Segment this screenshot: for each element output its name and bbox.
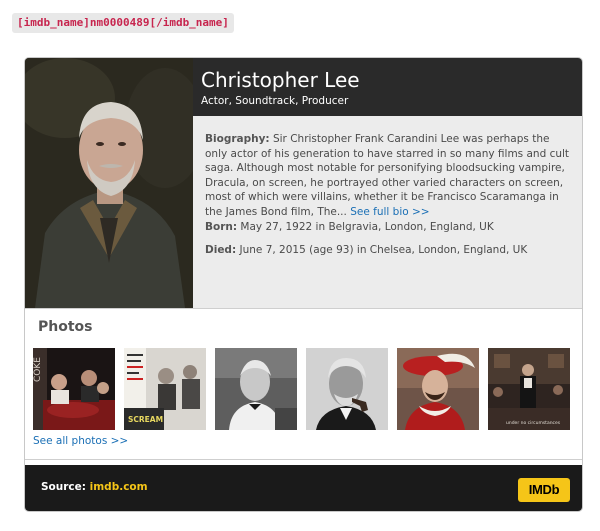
person-name[interactable]: Christopher Lee bbox=[201, 68, 360, 92]
photo-thumbnail-4[interactable] bbox=[306, 348, 388, 430]
died-label: Died: bbox=[205, 244, 237, 256]
photo-6-art: under no circumstances bbox=[488, 348, 570, 430]
profile-photo-art bbox=[25, 58, 193, 308]
bio-panel: Biography: Sir Christopher Frank Carandi… bbox=[193, 116, 582, 308]
born-label: Born: bbox=[205, 221, 238, 233]
born-value: May 27, 1922 in Belgravia, London, Engla… bbox=[237, 221, 494, 233]
photo-5-art bbox=[397, 348, 479, 430]
source-label: Source: bbox=[41, 481, 86, 493]
photo-6-caption: under no circumstances bbox=[506, 420, 561, 426]
photo-4-art bbox=[306, 348, 388, 430]
photo-thumbnail-5[interactable] bbox=[397, 348, 479, 430]
imdb-person-card: Christopher Lee Actor, Soundtrack, Produ… bbox=[24, 57, 583, 512]
see-all-photos-link[interactable]: See all photos >> bbox=[33, 435, 128, 447]
photo-thumbnail-6[interactable]: under no circumstances bbox=[488, 348, 570, 430]
person-roles: Actor, Soundtrack, Producer bbox=[201, 95, 349, 107]
photo-3-art bbox=[215, 348, 297, 430]
died-row: Died: June 7, 2015 (age 93) in Chelsea, … bbox=[205, 243, 575, 257]
photo-thumbnail-3[interactable] bbox=[215, 348, 297, 430]
bio-label: Biography: bbox=[205, 133, 270, 145]
photo-2-art: SCREAM bbox=[124, 348, 206, 430]
photos-heading: Photos bbox=[38, 319, 93, 335]
card-footer: Source: imdb.com IMDb bbox=[25, 465, 582, 511]
source-line: Source: imdb.com bbox=[41, 481, 148, 493]
shortcode-label: [imdb_name]nm0000489[/imdb_name] bbox=[12, 13, 234, 33]
imdb-logo[interactable]: IMDb bbox=[518, 478, 570, 502]
photo-thumbnail-2[interactable]: SCREAM bbox=[124, 348, 206, 430]
photo-thumbnail-1[interactable]: COKE bbox=[33, 348, 115, 430]
photo-2-poster-text: SCREAM bbox=[128, 415, 163, 424]
section-divider bbox=[25, 308, 582, 309]
born-row: Born: May 27, 1922 in Belgravia, London,… bbox=[205, 220, 575, 234]
photo-1-art: COKE bbox=[33, 348, 115, 430]
biography: Biography: Sir Christopher Frank Carandi… bbox=[205, 132, 573, 219]
profile-photo[interactable] bbox=[25, 58, 193, 308]
see-full-bio-link[interactable]: See full bio >> bbox=[350, 206, 429, 218]
died-value: June 7, 2015 (age 93) in Chelsea, London… bbox=[236, 244, 528, 256]
footer-divider bbox=[25, 459, 582, 460]
photo-1-sign: COKE bbox=[33, 357, 43, 382]
source-link[interactable]: imdb.com bbox=[90, 481, 148, 493]
